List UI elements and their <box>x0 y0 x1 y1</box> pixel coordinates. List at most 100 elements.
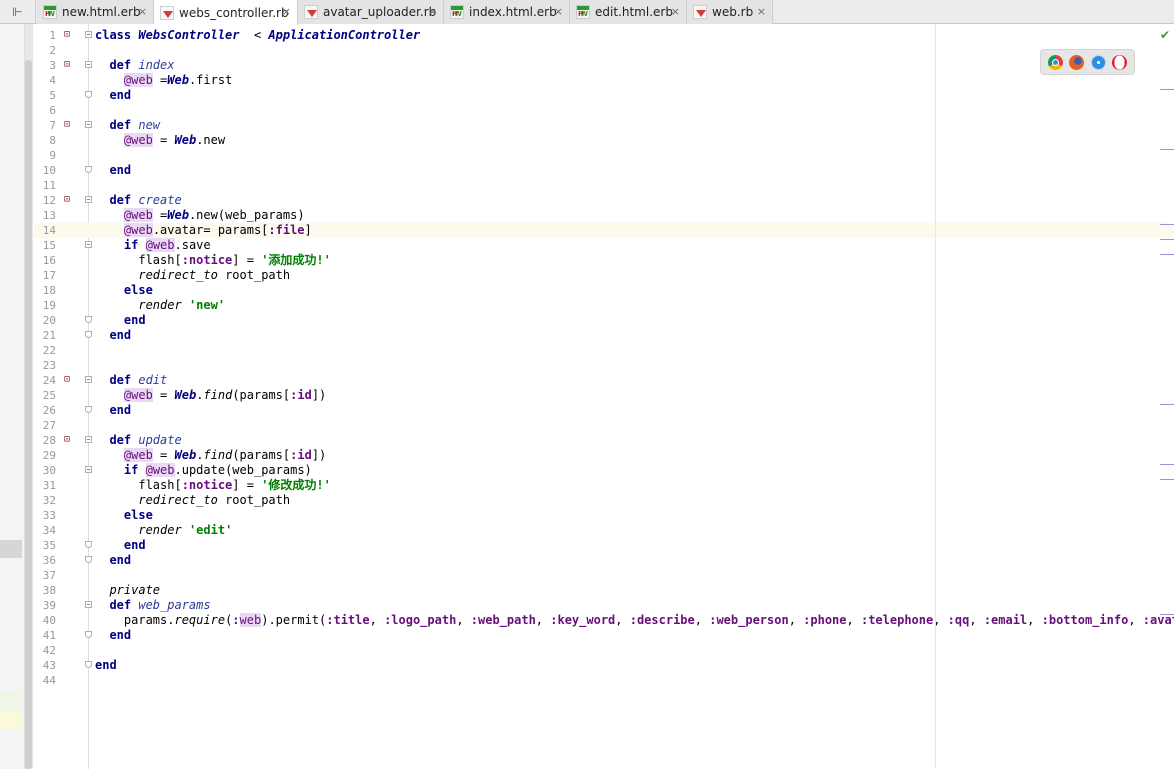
tab-close-icon[interactable]: × <box>282 5 291 19</box>
code-text[interactable]: render 'new' <box>95 298 225 313</box>
code-line[interactable]: 35 end <box>34 538 1174 553</box>
code-line[interactable]: 16 flash[:notice] = '添加成功!' <box>34 253 1174 268</box>
code-line[interactable]: 18 else <box>34 283 1174 298</box>
fold-toggle-icon[interactable] <box>85 541 92 548</box>
code-editor[interactable]: 1 ⊡ class WebsController < ApplicationCont… <box>34 28 1174 688</box>
code-line[interactable]: 32 redirect_to root_path <box>34 493 1174 508</box>
code-text[interactable]: end <box>95 538 146 553</box>
panel-scrollbar-thumb[interactable] <box>25 60 32 769</box>
code-text[interactable]: flash[:notice] = '添加成功!' <box>95 253 331 268</box>
tab-webs-controller-rb[interactable]: webs_controller.rb × <box>154 0 298 25</box>
code-text[interactable]: if @web.save <box>95 238 211 253</box>
code-line[interactable]: 7 ⊡ def new <box>34 118 1174 133</box>
fold-toggle-icon[interactable] <box>85 61 92 68</box>
code-text[interactable]: @web = Web.find(params[:id]) <box>95 448 326 463</box>
fold-toggle-icon[interactable] <box>85 166 92 173</box>
code-text[interactable]: def edit <box>95 373 167 388</box>
tab-close-icon[interactable]: × <box>138 5 147 19</box>
error-stripe-marker[interactable] <box>1160 479 1174 480</box>
fold-toggle-icon[interactable] <box>85 196 92 203</box>
code-text[interactable]: end <box>95 88 131 103</box>
code-line[interactable]: 23 <box>34 358 1174 373</box>
code-line[interactable]: 39 def web_params <box>34 598 1174 613</box>
code-text[interactable]: redirect_to root_path <box>95 493 290 508</box>
opera-icon[interactable] <box>1111 54 1127 70</box>
code-line[interactable]: 5 end <box>34 88 1174 103</box>
error-stripe-marker[interactable] <box>1160 404 1174 405</box>
fold-toggle-icon[interactable] <box>85 121 92 128</box>
fold-toggle-icon[interactable] <box>85 466 92 473</box>
error-stripe-marker[interactable] <box>1160 149 1174 150</box>
navigate-icon[interactable]: ⊡ <box>64 434 76 446</box>
code-text[interactable]: else <box>95 283 153 298</box>
code-line[interactable]: 20 end <box>34 313 1174 328</box>
code-line[interactable]: 33 else <box>34 508 1174 523</box>
fold-toggle-icon[interactable] <box>85 631 92 638</box>
tab-close-icon[interactable]: × <box>554 5 563 19</box>
fold-toggle-icon[interactable] <box>85 376 92 383</box>
fold-toggle-icon[interactable] <box>85 316 92 323</box>
code-line[interactable]: 28 ⊡ def update <box>34 433 1174 448</box>
code-line[interactable]: 4 @web =Web.first <box>34 73 1174 88</box>
code-line[interactable]: 26 end <box>34 403 1174 418</box>
fold-toggle-icon[interactable] <box>85 556 92 563</box>
code-line[interactable]: 25 @web = Web.find(params[:id]) <box>34 388 1174 403</box>
fold-toggle-icon[interactable] <box>85 406 92 413</box>
tab-avatar-uploader-rb[interactable]: avatar_uploader.rb × <box>298 0 444 24</box>
code-line[interactable]: 21 end <box>34 328 1174 343</box>
inspection-ok-icon[interactable]: ✔ <box>1160 28 1170 42</box>
code-line[interactable]: 12 ⊡ def create <box>34 193 1174 208</box>
tab-new-html-erb[interactable]: HW new.html.erb × <box>37 0 154 24</box>
navigate-icon[interactable]: ⊡ <box>64 374 76 386</box>
code-line[interactable]: 14 @web.avatar= params[:file] <box>34 223 1174 238</box>
code-line[interactable]: 31 flash[:notice] = '修改成功!' <box>34 478 1174 493</box>
sidebar-toggle-button[interactable]: ⊩ <box>0 0 36 24</box>
code-text[interactable]: @web.avatar= params[:file] <box>95 223 312 238</box>
error-stripe-marker[interactable] <box>1160 464 1174 465</box>
code-text[interactable]: end <box>95 163 131 178</box>
code-line[interactable]: 38 private <box>34 583 1174 598</box>
tab-index-html-erb[interactable]: HW index.html.erb × <box>444 0 570 24</box>
code-line[interactable]: 17 redirect_to root_path <box>34 268 1174 283</box>
code-text[interactable]: flash[:notice] = '修改成功!' <box>95 478 331 493</box>
error-stripe-marker[interactable] <box>1160 224 1174 225</box>
fold-toggle-icon[interactable] <box>85 661 92 668</box>
tab-close-icon[interactable]: × <box>757 5 766 19</box>
chrome-icon[interactable] <box>1048 54 1064 70</box>
code-text[interactable]: def new <box>95 118 160 133</box>
code-line[interactable]: 36 end <box>34 553 1174 568</box>
code-text[interactable]: end <box>95 403 131 418</box>
code-text[interactable]: def create <box>95 193 181 208</box>
code-line[interactable]: 42 <box>34 643 1174 658</box>
code-line[interactable]: 37 <box>34 568 1174 583</box>
tab-web-rb[interactable]: web.rb × <box>687 0 773 24</box>
code-line[interactable]: 11 <box>34 178 1174 193</box>
code-text[interactable]: if @web.update(web_params) <box>95 463 312 478</box>
code-line[interactable]: 43 end <box>34 658 1174 673</box>
navigate-icon[interactable]: ⊡ <box>64 59 76 71</box>
code-line[interactable]: 40 params.require(:web).permit(:title, :… <box>34 613 1174 628</box>
code-text[interactable]: redirect_to root_path <box>95 268 290 283</box>
code-text[interactable]: def web_params <box>95 598 210 613</box>
code-text[interactable]: @web =Web.new(web_params) <box>95 208 305 223</box>
code-text[interactable]: params.require(:web).permit(:title, :log… <box>95 613 1174 628</box>
navigate-icon[interactable]: ⊡ <box>64 194 76 206</box>
code-line[interactable]: 24 ⊡ def edit <box>34 373 1174 388</box>
fold-toggle-icon[interactable] <box>85 601 92 608</box>
code-line[interactable]: 30 if @web.update(web_params) <box>34 463 1174 478</box>
navigate-icon[interactable]: ⊡ <box>64 119 76 131</box>
code-line[interactable]: 6 <box>34 103 1174 118</box>
fold-toggle-icon[interactable] <box>85 436 92 443</box>
code-line[interactable]: 19 render 'new' <box>34 298 1174 313</box>
tab-close-icon[interactable]: × <box>671 5 680 19</box>
error-stripe-marker[interactable] <box>1160 614 1174 615</box>
code-text[interactable]: end <box>95 628 131 643</box>
code-text[interactable]: end <box>95 328 131 343</box>
code-text[interactable]: private <box>95 583 160 598</box>
code-line[interactable]: 2 <box>34 43 1174 58</box>
code-line[interactable]: 44 <box>34 673 1174 688</box>
code-line[interactable]: 9 <box>34 148 1174 163</box>
fold-toggle-icon[interactable] <box>85 331 92 338</box>
code-line[interactable]: 41 end <box>34 628 1174 643</box>
code-line[interactable]: 22 <box>34 343 1174 358</box>
